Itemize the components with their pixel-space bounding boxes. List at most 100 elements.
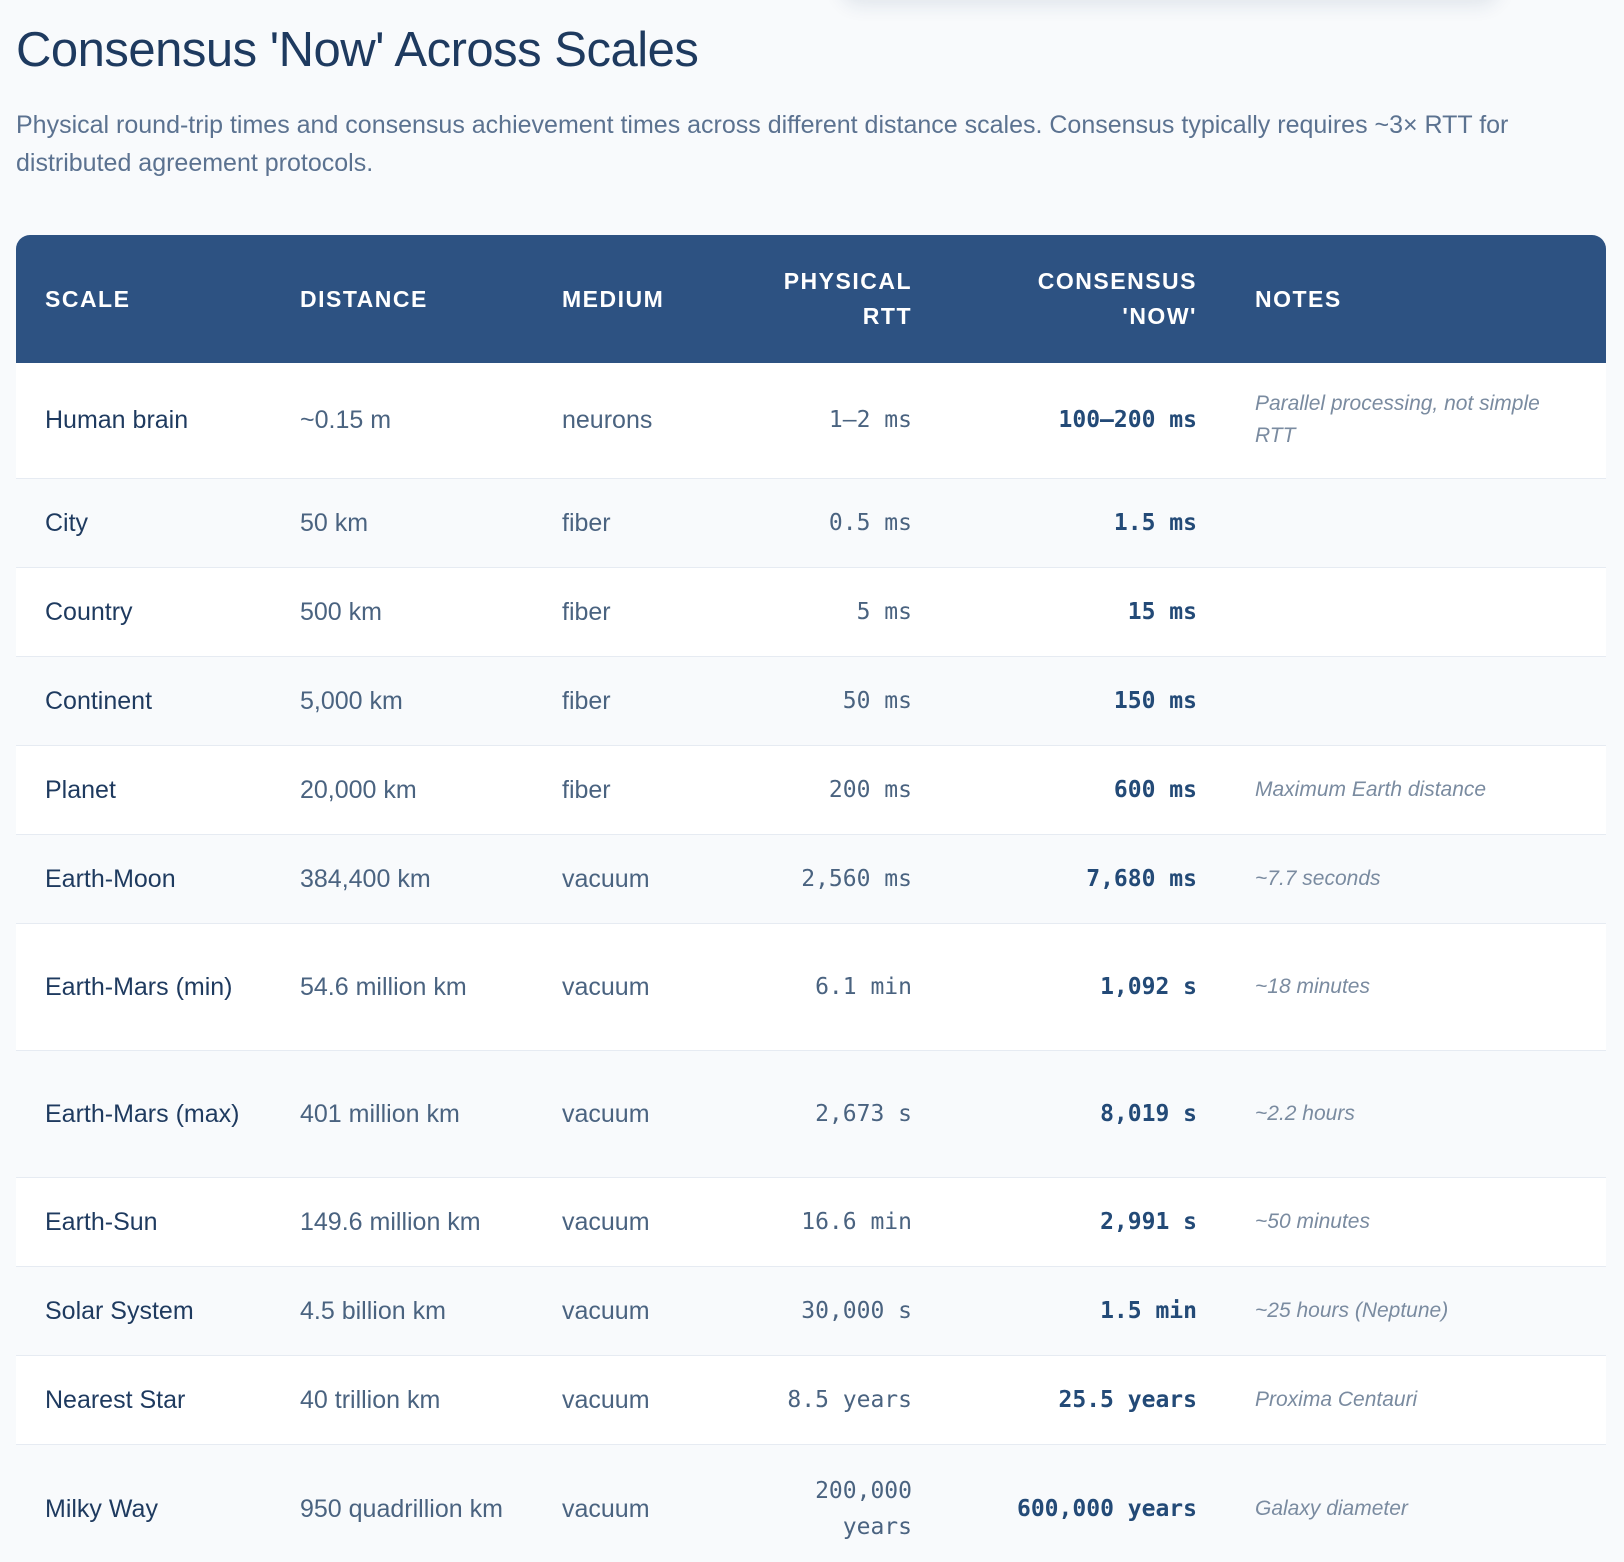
cell-physical-rtt: 1–2 ms [828, 407, 912, 434]
cell-notes [1226, 567, 1606, 656]
cell-physical-rtt: 30,000 s [801, 1297, 912, 1324]
cell-scale: Earth-Mars (min) [45, 972, 233, 1001]
cell-scale: Solar System [45, 1296, 194, 1325]
cell-distance: 401 million km [300, 1099, 460, 1128]
table-row: Milky Way 950 quadrillion km vacuum 200,… [16, 1444, 1606, 1562]
header-row: SCALE DISTANCE MEDIUM PHYSICAL RTT CONSEN… [16, 235, 1606, 363]
cell-physical-rtt: 2,673 s [815, 1100, 912, 1127]
table-row: Earth-Mars (max) 401 million km vacuum 2… [16, 1050, 1606, 1177]
cell-consensus-now: 600 ms [1113, 776, 1197, 803]
header-consensus-line1: CONSENSUS [1037, 268, 1197, 294]
table-row: Solar System 4.5 billion km vacuum 30,00… [16, 1266, 1606, 1355]
header-physical-rtt-line1: PHYSICAL [783, 268, 912, 294]
cell-physical-rtt: 200,000 years [815, 1478, 912, 1540]
page-subtitle: Physical round-trip times and consensus … [16, 111, 1509, 177]
cell-notes: ~18 minutes [1255, 974, 1370, 998]
cell-medium: vacuum [562, 1296, 650, 1325]
cell-scale: Earth-Mars (max) [45, 1099, 240, 1128]
table-row: Earth-Sun 149.6 million km vacuum 16.6 m… [16, 1177, 1606, 1266]
cell-physical-rtt: 50 ms [842, 687, 912, 714]
cell-notes: ~7.7 seconds [1255, 866, 1381, 890]
cell-consensus-now: 1.5 ms [1113, 509, 1197, 536]
cell-physical-rtt: 2,560 ms [801, 865, 912, 892]
cell-physical-rtt: 6.1 min [815, 973, 912, 1000]
cell-distance: 149.6 million km [300, 1207, 481, 1236]
cell-distance: 384,400 km [300, 864, 431, 893]
table-body: Human brain ~0.15 m neurons 1–2 ms 100–2… [16, 363, 1606, 1562]
cell-medium: vacuum [562, 1099, 650, 1128]
header-physical-rtt: PHYSICAL RTT [733, 235, 941, 363]
cell-physical-rtt: 16.6 min [801, 1208, 912, 1235]
cell-scale: Earth-Moon [45, 864, 176, 893]
header-medium: MEDIUM [562, 285, 665, 312]
cell-medium: fiber [562, 686, 611, 715]
cell-consensus-now: 15 ms [1127, 598, 1197, 625]
cell-notes [1226, 478, 1606, 567]
cell-notes: ~50 minutes [1255, 1209, 1370, 1233]
header-scale: SCALE [45, 285, 131, 312]
table-row: Country 500 km fiber 5 ms 15 ms [16, 567, 1606, 656]
table-row: City 50 km fiber 0.5 ms 1.5 ms [16, 478, 1606, 567]
cell-notes: Parallel processing, not simple RTT [1255, 392, 1540, 448]
cell-distance: 54.6 million km [300, 972, 467, 1001]
cell-consensus-now: 1.5 min [1100, 1297, 1197, 1324]
cell-medium: vacuum [562, 1207, 650, 1236]
table-row: Human brain ~0.15 m neurons 1–2 ms 100–2… [16, 363, 1606, 478]
cell-notes [1226, 656, 1606, 745]
header-distance: DISTANCE [300, 285, 428, 312]
cell-physical-rtt: 8.5 years [787, 1386, 912, 1413]
table-row: Earth-Moon 384,400 km vacuum 2,560 ms 7,… [16, 834, 1606, 923]
cell-physical-rtt: 5 ms [856, 598, 912, 625]
cell-scale: Human brain [45, 406, 189, 435]
cell-medium: fiber [562, 597, 611, 626]
cell-distance: 500 km [300, 597, 382, 626]
cell-physical-rtt: 0.5 ms [828, 509, 912, 536]
cell-consensus-now: 1,092 s [1100, 973, 1197, 1000]
cell-consensus-now: 7,680 ms [1086, 865, 1197, 892]
page: Consensus 'Now' Across Scales Physical r… [0, 0, 1624, 1562]
cell-scale: Earth-Sun [45, 1207, 158, 1236]
cell-medium: fiber [562, 775, 611, 804]
cell-distance: 50 km [300, 508, 369, 537]
cell-scale: Milky Way [45, 1495, 158, 1523]
table-row: Earth-Mars (min) 54.6 million km vacuum … [16, 923, 1606, 1050]
cell-medium: vacuum [562, 864, 650, 893]
cell-medium: vacuum [562, 1385, 650, 1414]
table-row: Nearest Star 40 trillion km vacuum 8.5 y… [16, 1355, 1606, 1444]
cell-consensus-now: 600,000 years [1016, 1496, 1197, 1522]
table-row: Continent 5,000 km fiber 50 ms 150 ms [16, 656, 1606, 745]
cell-consensus-now: 8,019 s [1100, 1100, 1197, 1127]
cell-distance: 4.5 billion km [300, 1296, 446, 1325]
cell-medium: vacuum [562, 972, 650, 1001]
table-header: SCALE DISTANCE MEDIUM PHYSICAL RTT CONSEN… [16, 235, 1606, 363]
cell-notes: Galaxy diameter [1255, 1497, 1408, 1520]
cell-notes: Maximum Earth distance [1255, 777, 1487, 801]
cell-distance: 20,000 km [300, 775, 417, 804]
header-consensus-now: CONSENSUS 'NOW' [941, 235, 1226, 363]
header-consensus-line2: 'NOW' [1122, 303, 1197, 329]
cell-scale: Continent [45, 686, 153, 715]
cell-scale: Country [45, 597, 133, 626]
cell-distance: 950 quadrillion km [300, 1495, 503, 1523]
cell-consensus-now: 25.5 years [1058, 1386, 1197, 1413]
cell-notes: ~25 hours (Neptune) [1255, 1298, 1449, 1322]
page-title: Consensus 'Now' Across Scales [16, 23, 699, 77]
cell-medium: fiber [562, 508, 611, 537]
cell-medium: neurons [562, 406, 653, 435]
header-physical-rtt-line2: RTT [862, 303, 912, 329]
cell-consensus-now: 150 ms [1113, 687, 1197, 714]
scales-table: SCALE DISTANCE MEDIUM PHYSICAL RTT CONSEN… [16, 235, 1606, 1562]
header-notes: NOTES [1255, 285, 1342, 312]
cell-distance: 40 trillion km [300, 1385, 441, 1414]
cell-scale: Planet [45, 775, 116, 804]
scales-table-container: SCALE DISTANCE MEDIUM PHYSICAL RTT CONSEN… [16, 235, 1606, 1562]
cell-distance: ~0.15 m [300, 406, 392, 435]
cell-scale: City [45, 508, 89, 537]
cell-consensus-now: 100–200 ms [1058, 407, 1197, 434]
cell-medium: vacuum [562, 1495, 650, 1523]
cell-distance: 5,000 km [300, 686, 403, 715]
table-row: Planet 20,000 km fiber 200 ms 600 ms Max… [16, 745, 1606, 834]
cell-notes: Proxima Centauri [1255, 1387, 1418, 1411]
cell-notes: ~2.2 hours [1255, 1101, 1355, 1125]
cell-physical-rtt: 200 ms [828, 776, 912, 803]
